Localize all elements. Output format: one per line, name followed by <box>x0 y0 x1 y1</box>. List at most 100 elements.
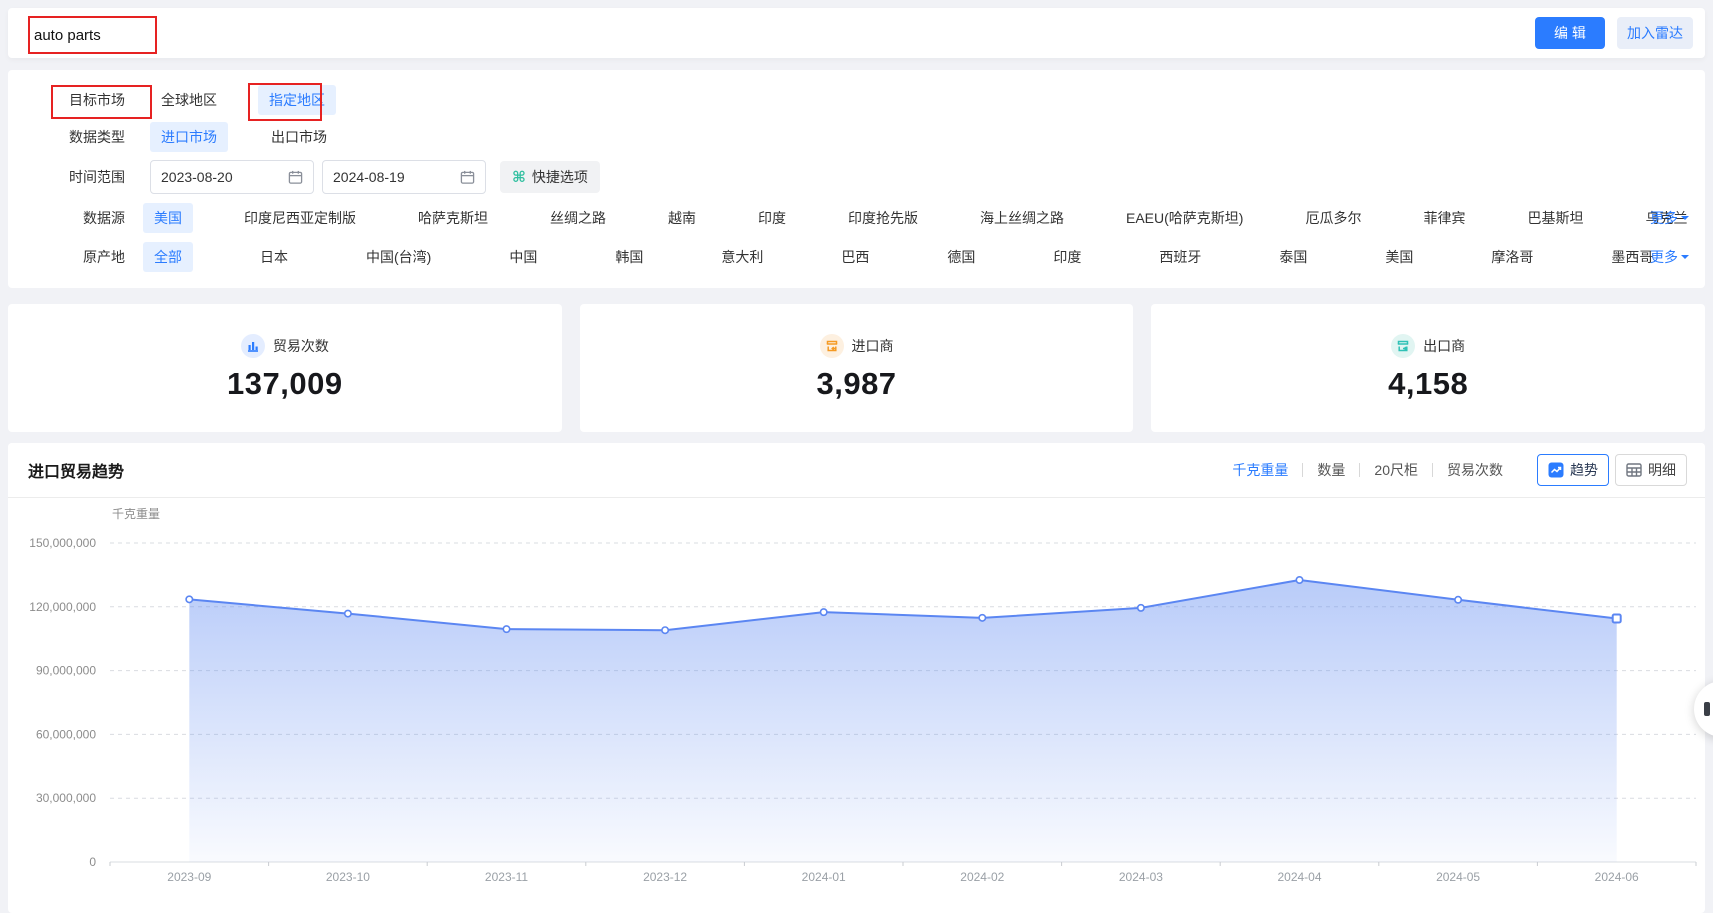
search-input[interactable]: auto parts <box>28 16 157 54</box>
origin-option[interactable]: 中国 <box>498 242 548 272</box>
svg-text:2024-02: 2024-02 <box>960 870 1004 884</box>
data-source-option[interactable]: 哈萨克斯坦 <box>407 203 499 233</box>
data-source-option[interactable]: 海上丝绸之路 <box>969 203 1075 233</box>
add-to-radar-button[interactable]: 加入雷达 <box>1617 17 1693 49</box>
target-market-label: 目标市场 <box>8 90 125 110</box>
target-market-option[interactable]: 全球地区 <box>150 85 228 115</box>
origin-option[interactable]: 泰国 <box>1268 242 1318 272</box>
data-source-option[interactable]: 印度 <box>747 203 797 233</box>
data-source-option[interactable]: 美国 <box>143 203 193 233</box>
origin-row: 原产地 全部 日本 中国(台湾) 中国 韩国 意大利 巴西 德国 印度 西班牙 <box>8 241 1705 273</box>
svg-text:30,000,000: 30,000,000 <box>36 791 96 805</box>
quick-options-button[interactable]: ⌘ 快捷选项 <box>500 161 600 193</box>
y-axis-title: 千克重量 <box>112 505 160 522</box>
time-range-label: 时间范围 <box>8 167 125 187</box>
stat-card-importers: 进口商 3,987 <box>580 304 1134 432</box>
origin-label: 原产地 <box>8 247 125 267</box>
stat-card-trade-count: 贸易次数 137,009 <box>8 304 562 432</box>
quick-options-label: 快捷选项 <box>532 167 588 187</box>
detail-view-button[interactable]: 明细 <box>1615 454 1687 486</box>
data-source-options: 美国 印度尼西亚定制版 哈萨克斯坦 丝绸之路 越南 印度 印度抢先版 海上丝绸之… <box>143 203 1698 233</box>
origin-more-link[interactable]: 更多 <box>1650 247 1689 267</box>
detail-view-label: 明细 <box>1648 460 1676 480</box>
trend-area-chart: 150,000,000120,000,00090,000,00060,000,0… <box>8 443 1705 913</box>
svg-text:2024-06: 2024-06 <box>1595 870 1639 884</box>
table-icon <box>1626 462 1642 478</box>
data-source-option[interactable]: 厄瓜多尔 <box>1294 203 1372 233</box>
data-type-label: 数据类型 <box>8 127 125 147</box>
data-source-option[interactable]: 印度尼西亚定制版 <box>233 203 367 233</box>
stat-label: 出口商 <box>1423 336 1465 356</box>
data-source-option[interactable]: 菲律宾 <box>1412 203 1476 233</box>
svg-text:150,000,000: 150,000,000 <box>29 536 96 550</box>
data-type-option[interactable]: 出口市场 <box>260 122 338 152</box>
metric-tabs: 千克重量 数量 20尺柜 贸易次数 <box>1218 463 1517 477</box>
origin-option[interactable]: 西班牙 <box>1148 242 1212 272</box>
filter-panel: 目标市场 全球地区 指定地区 数据类型 进口市场 出口市场 时间范围 2023-… <box>8 70 1705 288</box>
stat-label: 贸易次数 <box>273 336 329 356</box>
calendar-icon <box>288 170 303 185</box>
stat-card-exporters: 出口商 4,158 <box>1151 304 1705 432</box>
data-source-label: 数据源 <box>8 208 125 228</box>
edit-button[interactable]: 编 辑 <box>1535 17 1605 49</box>
data-type-option[interactable]: 进口市场 <box>150 122 228 152</box>
svg-text:2023-11: 2023-11 <box>485 870 528 884</box>
start-date-input[interactable]: 2023-08-20 <box>150 160 314 194</box>
end-date-input[interactable]: 2024-08-19 <box>322 160 486 194</box>
start-date-value: 2023-08-20 <box>161 169 288 185</box>
more-label: 更多 <box>1650 208 1678 228</box>
svg-text:2024-03: 2024-03 <box>1119 870 1163 884</box>
exporter-shop-icon <box>1391 334 1415 358</box>
svg-text:90,000,000: 90,000,000 <box>36 664 96 678</box>
svg-text:2024-04: 2024-04 <box>1277 870 1321 884</box>
trend-view-label: 趋势 <box>1570 460 1598 480</box>
more-label: 更多 <box>1650 247 1678 267</box>
origin-option[interactable]: 摩洛哥 <box>1480 242 1544 272</box>
target-market-row: 目标市场 全球地区 指定地区 <box>8 84 1705 116</box>
data-source-more-link[interactable]: 更多 <box>1650 208 1689 228</box>
time-range-row: 时间范围 2023-08-20 2024-08-19 ⌘ 快捷选项 <box>8 160 1705 194</box>
stat-value: 4,158 <box>1388 366 1468 402</box>
metric-tab[interactable]: 贸易次数 <box>1432 463 1517 477</box>
origin-option[interactable]: 日本 <box>249 242 299 272</box>
chevron-down-icon <box>1681 216 1689 224</box>
search-value: auto parts <box>30 27 101 44</box>
top-bar: auto parts 编 辑 加入雷达 <box>8 8 1705 58</box>
trend-controls: 千克重量 数量 20尺柜 贸易次数 趋势 明细 <box>1218 454 1687 486</box>
data-type-options: 进口市场 出口市场 <box>150 122 338 152</box>
calendar-icon <box>460 170 475 185</box>
metric-tab[interactable]: 千克重量 <box>1218 463 1302 477</box>
chevron-down-icon <box>1681 255 1689 263</box>
origin-option[interactable]: 意大利 <box>710 242 774 272</box>
origin-option[interactable]: 中国(台湾) <box>355 242 442 272</box>
svg-text:0: 0 <box>89 855 96 869</box>
origin-option[interactable]: 德国 <box>936 242 986 272</box>
trend-title: 进口贸易趋势 <box>28 458 124 482</box>
data-source-option[interactable]: 越南 <box>657 203 707 233</box>
command-icon: ⌘ <box>512 168 526 186</box>
origin-option[interactable]: 全部 <box>143 242 193 272</box>
floating-button-icon <box>1704 702 1710 716</box>
target-market-options: 全球地区 指定地区 <box>150 85 336 115</box>
import-trend-section: 进口贸易趋势 千克重量 数量 20尺柜 贸易次数 趋势 <box>8 443 1705 913</box>
data-source-option[interactable]: 丝绸之路 <box>539 203 617 233</box>
trend-view-button[interactable]: 趋势 <box>1537 454 1609 486</box>
stat-cards: 贸易次数 137,009 进口商 3,987 出口商 4,158 <box>8 304 1705 432</box>
target-market-option[interactable]: 指定地区 <box>258 85 336 115</box>
origin-option[interactable]: 韩国 <box>604 242 654 272</box>
origin-option[interactable]: 美国 <box>1374 242 1424 272</box>
svg-text:2024-01: 2024-01 <box>802 870 846 884</box>
importer-shop-icon <box>820 334 844 358</box>
metric-tab[interactable]: 数量 <box>1302 463 1359 477</box>
data-source-option[interactable]: 巴基斯坦 <box>1516 203 1594 233</box>
data-source-option[interactable]: 印度抢先版 <box>837 203 929 233</box>
origin-option[interactable]: 巴西 <box>830 242 880 272</box>
view-toggle: 趋势 明细 <box>1531 454 1687 486</box>
topbar-actions: 编 辑 加入雷达 <box>1535 17 1693 49</box>
trend-chart-icon <box>1548 462 1564 478</box>
data-source-option[interactable]: EAEU(哈萨克斯坦) <box>1115 203 1254 233</box>
metric-tab[interactable]: 20尺柜 <box>1359 463 1432 477</box>
stat-value: 3,987 <box>816 366 896 402</box>
origin-option[interactable]: 印度 <box>1042 242 1092 272</box>
origin-options: 全部 日本 中国(台湾) 中国 韩国 意大利 巴西 德国 印度 西班牙 泰国 <box>143 242 1713 272</box>
